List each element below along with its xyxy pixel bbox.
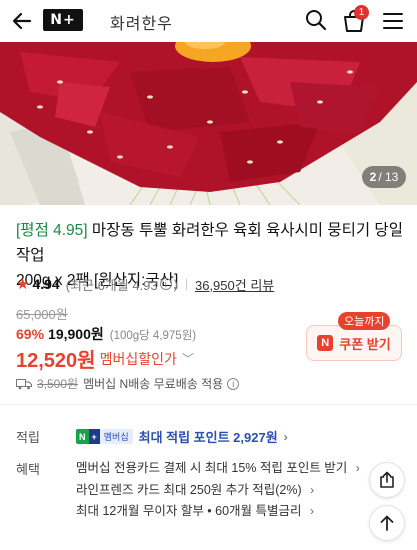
discount-price-row: 69% 19,900원 (100g당 4,975원) — [16, 324, 196, 344]
naver-plus-logo[interactable]: N+ — [43, 9, 83, 31]
benefit-text: 최대 12개월 무이자 할부 • 60개월 특별금리 — [76, 504, 302, 518]
recent-rating-close: ) — [173, 276, 178, 292]
membership-price-row[interactable]: 12,520원 멤버십할인가 ﹀ — [16, 344, 194, 373]
naver-plus-membership-badge: N + 멤버십 — [76, 429, 133, 444]
max-points-text: 최대 적립 포인트 2,927원 — [138, 430, 278, 445]
original-price: 65,000원 — [16, 307, 68, 322]
title-rating-tag: [평점 4.95] — [16, 222, 88, 239]
badge-membership-text: 멤버십 — [99, 429, 133, 444]
search-icon[interactable] — [304, 8, 328, 32]
truck-icon — [16, 378, 32, 389]
scroll-to-top-button[interactable] — [369, 505, 405, 541]
shipping-info-icon[interactable]: i — [227, 377, 240, 390]
info-icon[interactable]: i — [159, 278, 172, 290]
hamburger-menu-icon[interactable] — [381, 9, 405, 33]
benefit-text: 멤버십 전용카드 결제 시 최대 15% 적립 포인트 받기 — [76, 461, 348, 475]
coupon-deadline-badge: 오늘까지 — [338, 312, 391, 330]
chevron-right-icon: › — [355, 461, 360, 475]
benefit-text: 라인프렌즈 카드 최대 250원 추가 적립(2%) — [76, 482, 302, 497]
back-arrow-icon[interactable] — [10, 8, 36, 34]
points-label: 적립 — [16, 430, 40, 445]
discount-price: 19,900원 — [48, 326, 104, 342]
image-current-index: 2 — [369, 170, 377, 184]
naver-n-icon: N — [317, 335, 334, 351]
review-count-link[interactable]: 36,950건 리뷰 — [195, 275, 274, 294]
top-app-bar: N+ 화려한우 1 — [0, 0, 417, 42]
divider — [185, 278, 187, 290]
image-page-counter: 2 / 13 — [362, 166, 406, 188]
cart-count-badge: 1 — [354, 5, 369, 20]
star-icon: ★ — [16, 276, 30, 293]
benefit-item[interactable]: 라인프렌즈 카드 최대 250원 추가 적립(2%) › — [76, 480, 360, 502]
recent-rating: (최근 6개월 4.93 — [65, 277, 158, 293]
membership-price: 12,520원 — [16, 350, 96, 372]
shipping-text: 멤버십 N배송 무료배송 적용 — [83, 377, 224, 391]
arrow-up-icon — [380, 515, 394, 531]
benefit-item[interactable]: 최대 12개월 무이자 할부 • 60개월 특별금리 › — [76, 501, 360, 523]
discount-percent: 69% — [16, 326, 45, 342]
share-icon — [380, 471, 394, 488]
section-divider — [0, 404, 417, 405]
rating-score: 4.94 — [32, 276, 60, 292]
share-button[interactable] — [369, 462, 405, 498]
store-name[interactable]: 화려한우 — [110, 10, 173, 34]
badge-n: N — [76, 429, 89, 444]
image-total-count: / 13 — [378, 170, 399, 184]
points-row[interactable]: N + 멤버십 최대 적립 포인트 2,927원 › — [76, 427, 288, 446]
chevron-down-icon[interactable]: ﹀ — [182, 350, 194, 367]
unit-price: (100g당 4,975원) — [109, 330, 197, 342]
membership-price-label: 멤버십할인가 — [99, 350, 177, 367]
chevron-right-icon: › — [283, 429, 288, 444]
rating-row: ★ 4.94 (최근 6개월 4.93 i ) 36,950건 리뷰 — [16, 274, 274, 294]
badge-plus: + — [88, 429, 100, 444]
shipping-row: 3,500원 멤버십 N배송 무료배송 적용 i — [16, 375, 241, 392]
original-shipping-fee: 3,500원 — [37, 377, 79, 391]
coupon-download-button[interactable]: N 쿠폰 받기 — [306, 325, 402, 361]
benefits-label: 혜택 — [16, 462, 40, 477]
coupon-button-label: 쿠폰 받기 — [339, 336, 391, 352]
chevron-right-icon: › — [310, 482, 315, 497]
chevron-right-icon: › — [310, 504, 315, 518]
benefit-item[interactable]: 멤버십 전용카드 결제 시 최대 15% 적립 포인트 받기 › — [76, 458, 360, 480]
benefits-list: 멤버십 전용카드 결제 시 최대 15% 적립 포인트 받기 › 라인프렌즈 카… — [76, 458, 360, 523]
product-image[interactable] — [0, 42, 417, 205]
